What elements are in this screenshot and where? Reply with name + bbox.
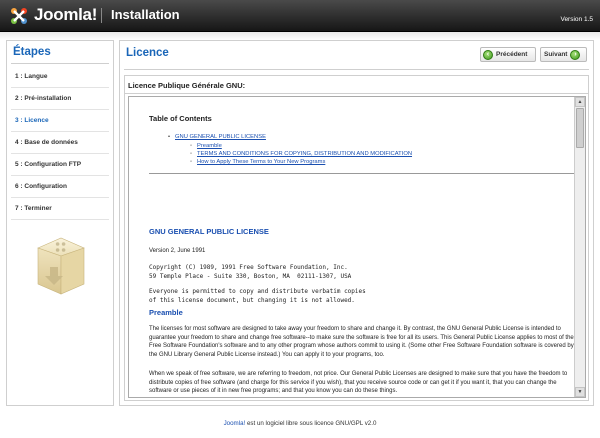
license-content: Table of Contents GNU GENERAL PUBLIC LIC… xyxy=(129,97,575,397)
scroll-up-icon[interactable]: ▲ xyxy=(575,97,585,107)
page-heading: Installation xyxy=(111,7,180,22)
step-licence[interactable]: 3 : Licence xyxy=(11,110,109,132)
paragraph-2: When we speak of free software, we are r… xyxy=(149,371,568,394)
main-panel: Licence ‹ Précédent Suivant › Licence Pu… xyxy=(119,40,594,406)
toc-heading: Table of Contents xyxy=(149,114,212,123)
header-bar: Joomla! Installation Version 1.5 xyxy=(0,0,600,32)
divider xyxy=(11,63,109,64)
install-box-icon xyxy=(37,237,85,295)
toc-link-gnu[interactable]: GNU GENERAL PUBLIC LICENSE xyxy=(168,134,266,140)
next-button[interactable]: Suivant › xyxy=(540,47,587,62)
license-heading: Licence Publique Générale GNU: xyxy=(125,76,588,94)
sidebar-title: Étapes xyxy=(13,46,51,58)
license-box: Licence Publique Générale GNU: Table of … xyxy=(124,75,589,401)
toc-link-terms[interactable]: TERMS AND CONDITIONS FOR COPYING, DISTRI… xyxy=(190,151,412,157)
scrollbar[interactable]: ▲ ▼ xyxy=(574,97,585,397)
logo-text: Joomla! xyxy=(34,5,98,24)
step-langue[interactable]: 1 : Langue xyxy=(11,66,109,88)
gnu-heading: GNU GENERAL PUBLIC LICENSE xyxy=(149,227,269,236)
divider xyxy=(149,173,575,174)
copyright-text: Copyright (C) 1989, 1991 Free Software F… xyxy=(149,264,352,280)
previous-label: Précédent xyxy=(496,51,528,58)
joomla-link[interactable]: Joomla! xyxy=(224,420,246,427)
previous-button[interactable]: ‹ Précédent xyxy=(480,47,536,62)
paragraph-1: The licenses for most software are desig… xyxy=(149,326,574,358)
step-pre-installation[interactable]: 2 : Pré-installation xyxy=(11,88,109,110)
divider xyxy=(124,69,589,70)
license-iframe[interactable]: Table of Contents GNU GENERAL PUBLIC LIC… xyxy=(128,96,586,398)
header-shadow xyxy=(0,32,600,40)
arrow-left-icon: ‹ xyxy=(483,49,493,60)
scroll-down-icon[interactable]: ▼ xyxy=(575,387,585,397)
arrow-right-icon: › xyxy=(570,49,581,60)
version-label: Version 1.5 xyxy=(560,16,593,23)
panel-title: Licence xyxy=(126,47,169,59)
step-configuration-ftp[interactable]: 5 : Configuration FTP xyxy=(11,154,109,176)
steps-sidebar: Étapes 1 : Langue 2 : Pré-installation 3… xyxy=(6,40,114,406)
header-divider xyxy=(101,8,102,23)
next-label: Suivant xyxy=(544,51,568,58)
step-configuration[interactable]: 6 : Configuration xyxy=(11,176,109,198)
preamble-heading: Preamble xyxy=(149,308,183,317)
step-base-de-donnees[interactable]: 4 : Base de données xyxy=(11,132,109,154)
footer-text: est un logiciel libre sous licence GNU/G… xyxy=(245,420,377,427)
footer: Joomla! est un logiciel libre sous licen… xyxy=(0,420,600,427)
version-line: Version 2, June 1991 xyxy=(149,248,206,254)
step-terminer[interactable]: 7 : Terminer xyxy=(11,198,109,220)
permission-text: Everyone is permitted to copy and distri… xyxy=(149,288,366,304)
scrollbar-thumb[interactable] xyxy=(576,108,584,148)
toc-link-how-to-apply[interactable]: How to Apply These Terms to Your New Pro… xyxy=(190,159,325,165)
joomla-logo-icon xyxy=(11,8,27,24)
toc-link-preamble[interactable]: Preamble xyxy=(190,143,222,149)
